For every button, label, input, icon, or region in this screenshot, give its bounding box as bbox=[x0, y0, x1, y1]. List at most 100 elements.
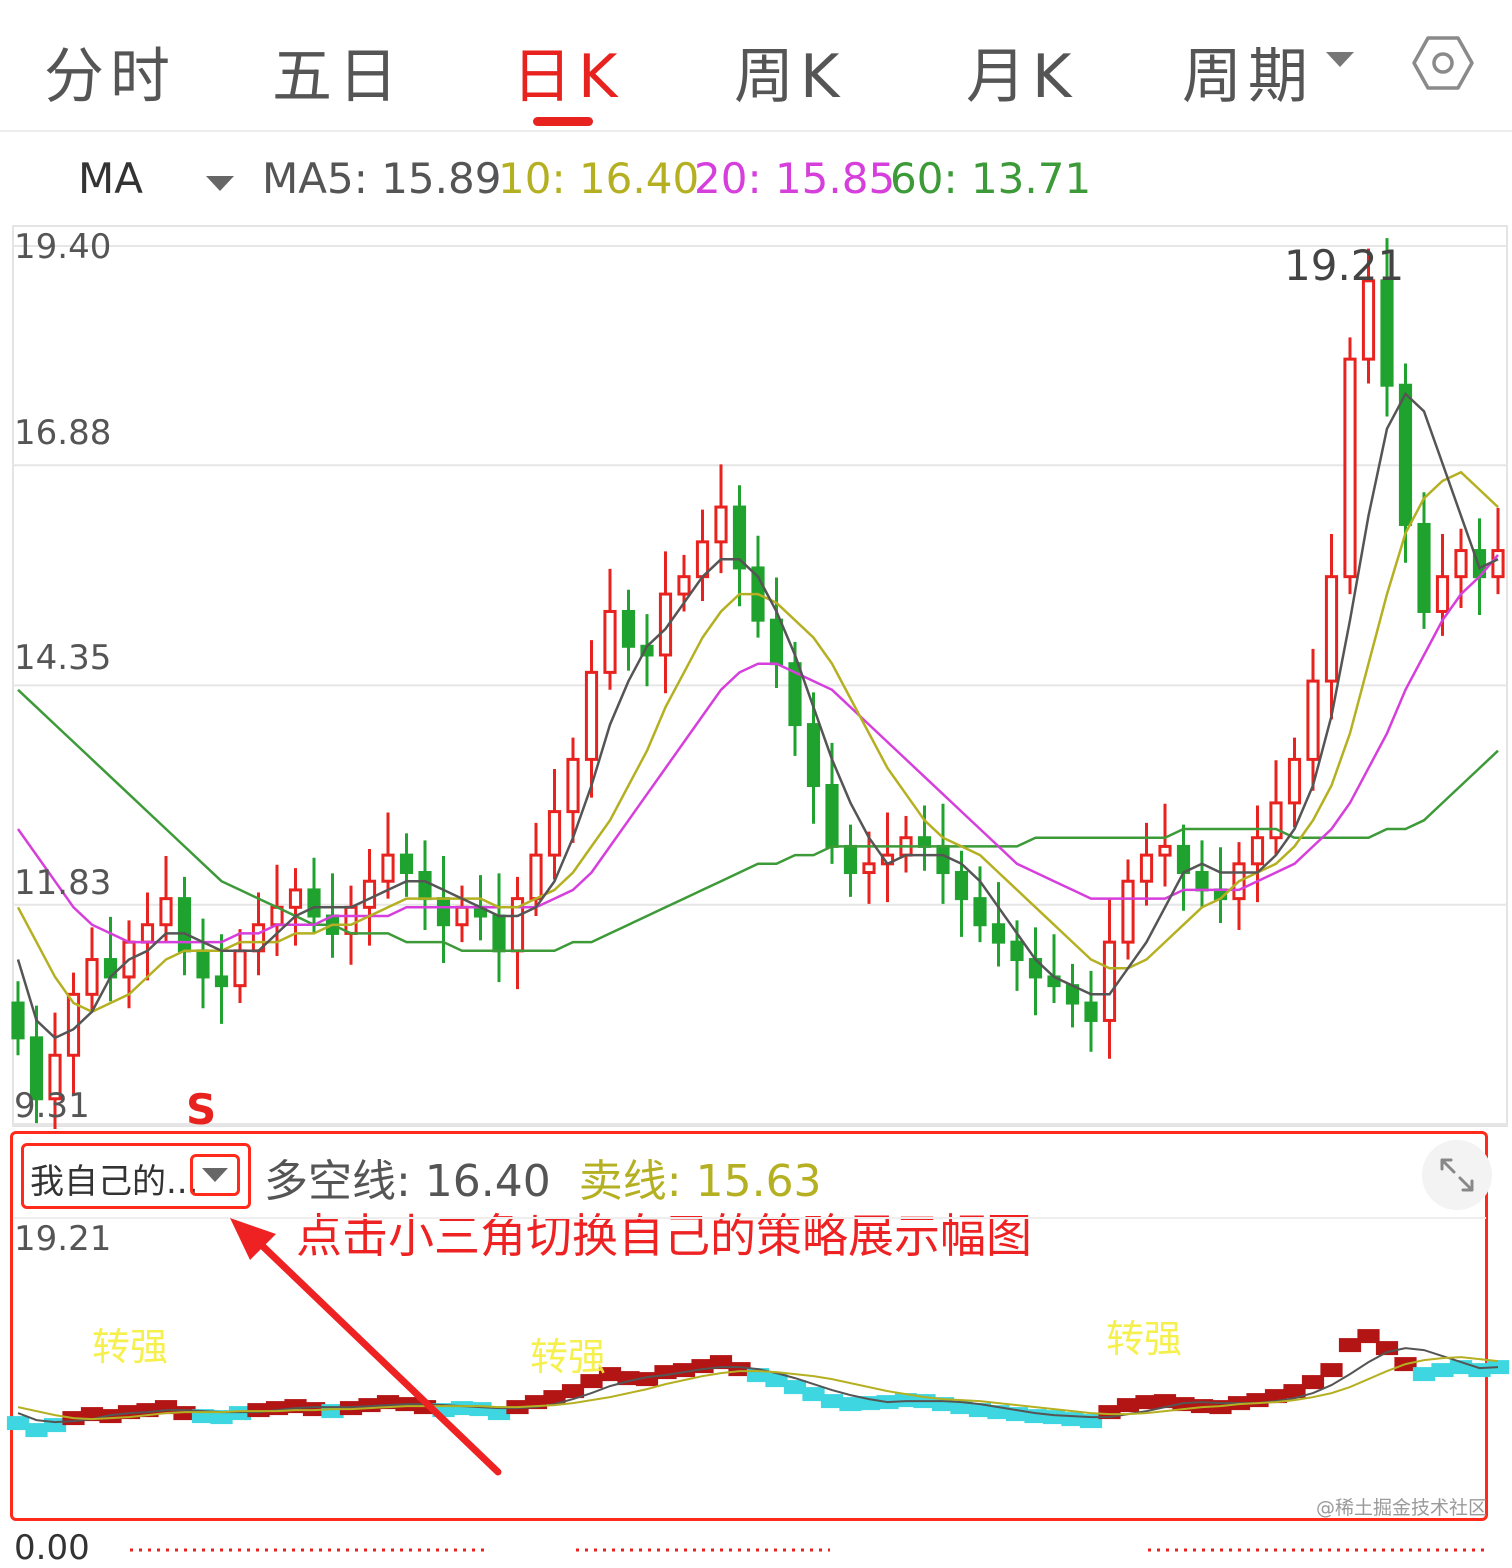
strong-signal-label: 转强 bbox=[92, 1325, 168, 1369]
tab-day-k[interactable]: 日K bbox=[512, 28, 623, 115]
candle-down bbox=[418, 871, 432, 901]
candle-up bbox=[677, 575, 691, 596]
chart-frame bbox=[12, 225, 1508, 1127]
candle-down bbox=[1084, 1001, 1098, 1022]
candle-up bbox=[1287, 757, 1302, 805]
candle-down bbox=[973, 897, 987, 927]
candle-up bbox=[1306, 679, 1320, 761]
ma-legend: MA MA5: 15.89 10: 16.40 20: 15.85 60: 13… bbox=[0, 150, 1512, 214]
active-tab-indicator bbox=[533, 117, 593, 126]
candle-up bbox=[288, 888, 303, 909]
candle-down bbox=[825, 784, 839, 848]
high-price-label: 19.21 bbox=[1284, 241, 1404, 290]
candle-down bbox=[1195, 871, 1209, 892]
tab-five-day[interactable]: 五日 bbox=[272, 28, 404, 115]
candle-up bbox=[566, 757, 580, 814]
candle-up bbox=[1250, 836, 1265, 866]
y-tick-label: 16.88 bbox=[14, 413, 111, 453]
ma60-value: 60: 13.71 bbox=[890, 154, 1092, 203]
candle-up bbox=[1361, 279, 1376, 361]
period-tab-bar: 分时 五日 日K 周K 月K 周期 bbox=[0, 0, 1512, 132]
candle-up bbox=[603, 609, 617, 674]
candle-down bbox=[991, 923, 1006, 944]
watermark: @稀土掘金技术社区 bbox=[1316, 1497, 1488, 1519]
tab-month-k[interactable]: 月K bbox=[966, 28, 1077, 115]
y-tick-label: 19.40 bbox=[14, 227, 111, 267]
tab-minute[interactable]: 分时 bbox=[44, 28, 176, 115]
candle-up bbox=[455, 905, 469, 927]
sell-signal-label: S bbox=[186, 1085, 216, 1129]
y-tick-label: 9.31 bbox=[14, 1086, 90, 1126]
candle-up bbox=[1158, 844, 1172, 857]
hexagon-settings-icon[interactable] bbox=[1410, 30, 1476, 96]
candle-up bbox=[862, 862, 876, 875]
candle-up bbox=[695, 540, 710, 579]
y-tick-label: 14.35 bbox=[14, 638, 111, 678]
candle-up bbox=[1491, 549, 1505, 579]
candle-up bbox=[159, 897, 173, 927]
indicator-caret-button[interactable] bbox=[190, 1154, 240, 1196]
candle-down bbox=[307, 888, 321, 918]
strong-bar bbox=[1320, 1363, 1343, 1378]
candle-up bbox=[1454, 549, 1468, 579]
candle-up bbox=[233, 949, 247, 988]
candle-down bbox=[492, 914, 506, 953]
tab-period[interactable]: 周期 bbox=[1182, 28, 1314, 115]
candle-up bbox=[547, 810, 562, 857]
candle-up bbox=[1139, 853, 1154, 883]
indicator-name: 我自己的... bbox=[30, 1162, 199, 1202]
sub-top-label: 19.21 bbox=[14, 1219, 111, 1259]
candlestick-chart[interactable]: 19.40 16.88 14.35 11.83 9.31 19.21 S bbox=[0, 224, 1512, 1129]
ma-caret-down-icon[interactable] bbox=[206, 176, 234, 191]
strong-signal-label: 转强 bbox=[530, 1335, 606, 1379]
candle-down bbox=[621, 609, 636, 648]
expand-arrows-icon[interactable] bbox=[1422, 1140, 1492, 1210]
candle-up bbox=[1324, 575, 1339, 683]
candle-up bbox=[1102, 940, 1117, 1022]
candle-up bbox=[584, 670, 599, 761]
annotation-arrow bbox=[246, 1230, 502, 1476]
candle-up bbox=[344, 905, 358, 935]
candle-down bbox=[954, 871, 969, 901]
bottom-dotted-line bbox=[130, 1548, 1490, 1552]
y-tick-label: 11.83 bbox=[14, 863, 111, 903]
candle-down bbox=[917, 836, 932, 848]
caret-down-icon bbox=[202, 1168, 228, 1182]
indicator-subchart: 19.21 转强 转强 转强 bbox=[6, 1217, 1510, 1476]
ma5-value: MA5: 15.89 bbox=[262, 154, 502, 203]
strong-bar bbox=[1301, 1375, 1325, 1390]
candle-up bbox=[362, 879, 377, 909]
period-caret-down-icon[interactable] bbox=[1326, 52, 1354, 67]
sub-bottom-label: 0.00 bbox=[14, 1528, 90, 1568]
candle-up bbox=[1343, 357, 1357, 579]
candle-down bbox=[399, 853, 414, 875]
candle-down bbox=[196, 949, 210, 979]
candle-up bbox=[1435, 575, 1450, 613]
candle-up bbox=[85, 958, 99, 996]
candle-down bbox=[1380, 279, 1394, 387]
strong-bar bbox=[1357, 1329, 1380, 1344]
tab-week-k[interactable]: 周K bbox=[734, 28, 845, 115]
candle-up bbox=[529, 853, 543, 901]
candle-down bbox=[1417, 522, 1431, 613]
ma20-value: 20: 15.85 bbox=[694, 154, 896, 203]
candle-down bbox=[1176, 844, 1191, 875]
strong-signal-label: 转强 bbox=[1106, 1317, 1182, 1361]
candle-down bbox=[1398, 383, 1413, 526]
candle-up bbox=[1269, 801, 1283, 840]
candle-down bbox=[843, 844, 858, 875]
ma10-value: 10: 16.40 bbox=[498, 154, 700, 203]
candle-down bbox=[806, 723, 821, 788]
candle-down bbox=[436, 897, 451, 927]
candle-up bbox=[140, 923, 155, 944]
candle-up bbox=[714, 505, 728, 544]
candle-down bbox=[769, 618, 784, 666]
candle-down bbox=[1010, 940, 1024, 962]
candle-up bbox=[381, 853, 395, 883]
candle-down bbox=[11, 1001, 25, 1040]
candle-up bbox=[1121, 879, 1135, 944]
indicator-selector[interactable]: 我自己的... bbox=[21, 1143, 251, 1209]
candle-down bbox=[214, 975, 229, 988]
ma-selector-label[interactable]: MA bbox=[78, 154, 143, 203]
candle-down bbox=[936, 844, 950, 875]
